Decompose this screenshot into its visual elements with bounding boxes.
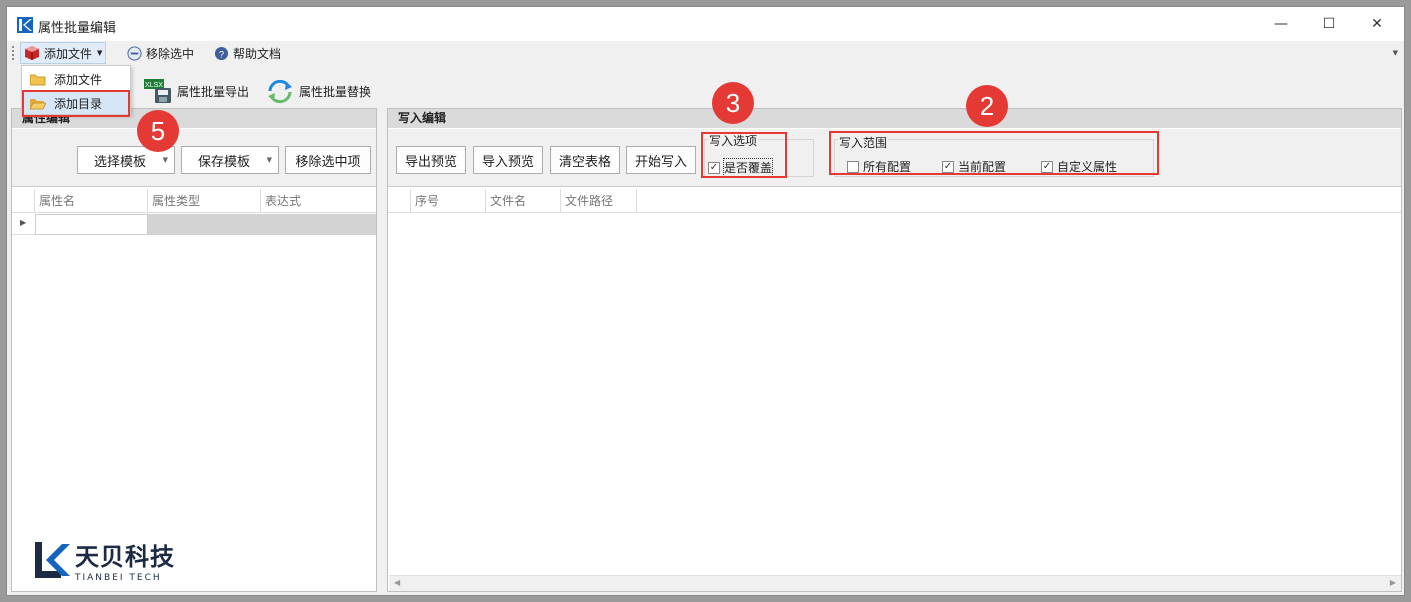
write-options-title: 写入选项 (708, 132, 759, 149)
menu-item-add-file[interactable]: 添加文件 (24, 68, 128, 90)
select-template-label: 选择模板 (94, 154, 147, 170)
current-config-checkbox[interactable]: ✓ 当前配置 (942, 158, 1006, 175)
main-toolbar: 添加文件 ▼ 移除选中 ? 帮助文档 ▼ (7, 41, 1404, 65)
help-docs-label: 帮助文档 (233, 46, 282, 61)
window-title: 属性批量编辑 (38, 21, 117, 36)
tianbei-logo-icon (35, 542, 70, 578)
batch-replace-label: 属性批量替换 (299, 84, 372, 99)
annotation-marker-3: 3 (712, 82, 754, 124)
start-write-button[interactable]: 开始写入 (626, 146, 696, 174)
part-cube-icon (25, 46, 39, 60)
chevron-down-icon: ▼ (162, 156, 168, 164)
attribute-edit-panel: 属性编辑 选择模板 ▼ 保存模板 ▼ 移除选中项 属性名 属性类型 表达式 ▶ (11, 108, 377, 592)
remove-selected-button[interactable]: 移除选中 (124, 42, 197, 64)
attribute-grid-header: 属性名 属性类型 表达式 (12, 189, 376, 213)
chevron-down-icon: ▼ (97, 49, 103, 57)
folder-icon (30, 74, 46, 85)
check-icon: ✓ (942, 160, 954, 173)
app-window: 属性批量编辑 — ☐ ✕ 添加文件 ▼ 移除选中 ? 帮助文档 ▼ XLSX 属… (6, 6, 1405, 596)
custom-property-checkbox[interactable]: ✓ 自定义属性 (1041, 158, 1117, 175)
logo-en-text: TIANBEI TECH (75, 573, 162, 583)
col-index[interactable]: 序号 (411, 189, 486, 213)
save-template-combo[interactable]: 保存模板 ▼ (181, 146, 279, 174)
write-edit-panel: 写入编辑 导出预览 导入预览 清空表格 开始写入 写入选项 ✓ 是否覆盖 写入范… (387, 108, 1402, 592)
annotation-marker-5: 5 (137, 110, 179, 152)
write-edit-header: 写入编辑 (388, 109, 1401, 128)
overwrite-checkbox[interactable]: ✓ 是否覆盖 (708, 158, 774, 177)
checkbox-empty-icon (847, 160, 859, 173)
overwrite-label: 是否覆盖 (722, 158, 774, 177)
scroll-right-icon[interactable]: ▶ (1390, 578, 1396, 587)
horizontal-scrollbar[interactable]: ◀ ▶ (389, 575, 1401, 591)
remove-selected-item-button[interactable]: 移除选中项 (285, 146, 371, 174)
company-logo: 天贝科技 TIANBEI TECH (35, 537, 175, 583)
attribute-name-cell[interactable] (35, 214, 148, 235)
annotation-marker-2: 2 (966, 85, 1008, 127)
row-header-corner (388, 189, 411, 213)
table-row[interactable]: ▶ (12, 214, 376, 235)
minus-circle-icon (127, 45, 142, 61)
chevron-down-icon: ▼ (266, 156, 272, 164)
expression-cell[interactable] (261, 214, 376, 235)
app-logo-icon (17, 17, 33, 33)
scroll-left-icon[interactable]: ◀ (394, 578, 400, 587)
toolbar-overflow-icon[interactable]: ▼ (1393, 49, 1398, 57)
attribute-type-cell[interactable] (148, 214, 261, 235)
write-scope-title: 写入范围 (838, 134, 889, 151)
all-configs-label: 所有配置 (863, 160, 912, 174)
minimize-button[interactable]: — (1258, 11, 1304, 37)
batch-export-label: 属性批量导出 (177, 84, 250, 99)
col-file-path[interactable]: 文件路径 (561, 189, 637, 213)
add-file-menu-button[interactable]: 添加文件 ▼ (20, 42, 107, 64)
remove-selected-label: 移除选中 (146, 46, 195, 61)
row-header-corner (12, 189, 35, 213)
col-expression[interactable]: 表达式 (261, 189, 376, 213)
svg-text:XLSX: XLSX (145, 82, 163, 89)
write-edit-toolbar: 导出预览 导入预览 清空表格 开始写入 写入选项 ✓ 是否覆盖 写入范围 所有配… (388, 129, 1401, 187)
row-pointer-icon: ▶ (20, 218, 27, 227)
add-file-menu-label: 添加文件 (44, 46, 93, 61)
xlsx-export-icon: XLSX (144, 79, 171, 103)
logo-cn-text: 天贝科技 (75, 543, 175, 571)
col-attribute-type[interactable]: 属性类型 (148, 189, 261, 213)
check-icon: ✓ (1041, 160, 1053, 173)
col-attribute-name[interactable]: 属性名 (35, 189, 148, 213)
close-button[interactable]: ✕ (1354, 11, 1400, 37)
all-configs-checkbox[interactable]: 所有配置 (847, 158, 911, 175)
maximize-button[interactable]: ☐ (1306, 11, 1352, 37)
import-preview-button[interactable]: 导入预览 (473, 146, 543, 174)
clear-table-button[interactable]: 清空表格 (550, 146, 620, 174)
panel-splitter[interactable] (378, 108, 387, 592)
folder-open-icon (30, 98, 46, 109)
add-file-dropdown-menu: 添加文件 添加目录 (21, 65, 131, 115)
file-grid-header: 序号 文件名 文件路径 (388, 189, 1401, 213)
custom-property-label: 自定义属性 (1057, 160, 1118, 174)
current-config-label: 当前配置 (958, 160, 1007, 174)
help-icon: ? (214, 46, 229, 60)
refresh-icon (268, 79, 292, 104)
help-docs-button[interactable]: ? 帮助文档 (211, 42, 284, 64)
attribute-edit-toolbar: 选择模板 ▼ 保存模板 ▼ 移除选中项 (12, 129, 376, 187)
col-file-name[interactable]: 文件名 (486, 189, 561, 213)
svg-text:?: ? (219, 49, 224, 59)
batch-replace-button[interactable]: 属性批量替换 (265, 77, 371, 105)
save-template-label: 保存模板 (198, 154, 251, 170)
menu-item-add-directory-label: 添加目录 (54, 96, 103, 111)
batch-export-button[interactable]: XLSX 属性批量导出 (143, 77, 249, 105)
export-preview-button[interactable]: 导出预览 (396, 146, 466, 174)
check-icon: ✓ (708, 161, 720, 174)
menu-item-add-file-label: 添加文件 (54, 72, 103, 87)
title-bar: 属性批量编辑 — ☐ ✕ (7, 7, 1404, 41)
menu-item-add-directory[interactable]: 添加目录 (24, 92, 128, 114)
toolbar-grip[interactable] (12, 46, 14, 60)
